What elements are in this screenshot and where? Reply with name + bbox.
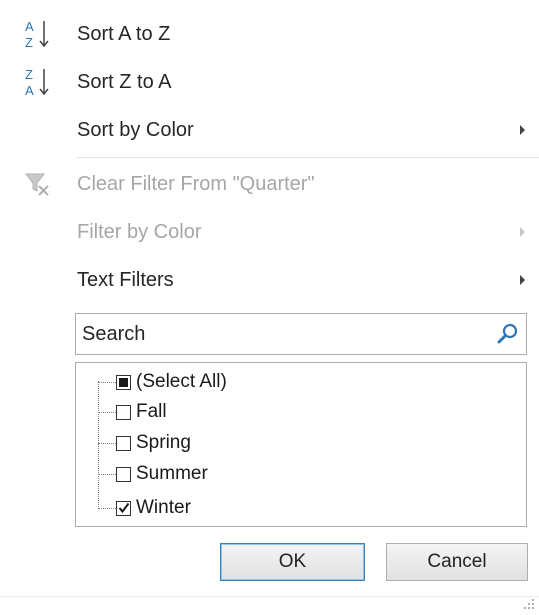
text-filters-label: Text Filters (77, 268, 174, 291)
list-item-label: (Select All) (136, 371, 227, 392)
fall-checkbox[interactable] (116, 404, 131, 420)
menu-separator (77, 157, 539, 158)
filter-values-list[interactable]: (Select All) Fall Spring Summer Winter (75, 362, 527, 527)
sort-by-color-item[interactable]: Sort by Color (0, 106, 539, 154)
sort-by-color-label: Sort by Color (77, 118, 194, 141)
resize-grip-icon[interactable] (522, 596, 536, 610)
sort-a-z-icon: A Z (20, 14, 56, 54)
filter-by-color-label: Filter by Color (77, 220, 202, 243)
ok-button[interactable]: OK (220, 543, 365, 581)
list-item-label: Winter (136, 497, 191, 518)
cancel-button[interactable]: Cancel (386, 543, 528, 581)
summer-checkbox[interactable] (116, 466, 131, 482)
list-item-fall[interactable]: Fall (98, 397, 167, 427)
search-input[interactable] (82, 314, 482, 354)
svg-text:Z: Z (25, 67, 33, 82)
search-icon[interactable] (496, 322, 520, 346)
list-item-label: Fall (136, 401, 167, 422)
sort-a-to-z-item[interactable]: A Z Sort A to Z (0, 10, 539, 58)
sort-z-a-icon: Z A (20, 62, 56, 102)
list-item-summer[interactable]: Summer (98, 459, 208, 489)
list-item-spring[interactable]: Spring (98, 428, 191, 458)
autofilter-dropdown: A Z Sort A to Z Z A Sort Z to A Sort by … (0, 0, 539, 613)
submenu-arrow-icon (520, 125, 525, 135)
svg-text:A: A (25, 83, 34, 98)
sort-z-to-a-item[interactable]: Z A Sort Z to A (0, 58, 539, 106)
filter-by-color-item[interactable]: Filter by Color (0, 208, 539, 256)
search-box (75, 313, 527, 355)
list-item-label: Summer (136, 463, 208, 484)
text-filters-item[interactable]: Text Filters (0, 256, 539, 304)
submenu-arrow-icon (520, 227, 525, 237)
winter-checkbox[interactable] (116, 500, 131, 516)
clear-filter-icon (20, 164, 56, 204)
list-item-winter[interactable]: Winter (98, 493, 191, 523)
list-item-select-all[interactable]: (Select All) (98, 367, 227, 397)
clear-filter-label: Clear Filter From "Quarter" (77, 172, 315, 195)
svg-text:Z: Z (25, 35, 33, 50)
select-all-checkbox[interactable] (116, 374, 131, 390)
sort-a-to-z-label: Sort A to Z (77, 22, 171, 45)
footer-divider (0, 596, 539, 597)
list-item-label: Spring (136, 432, 191, 453)
clear-filter-item[interactable]: Clear Filter From "Quarter" (0, 160, 539, 208)
spring-checkbox[interactable] (116, 435, 131, 451)
sort-z-to-a-label: Sort Z to A (77, 70, 172, 93)
svg-text:A: A (25, 19, 34, 34)
checkmark-icon (118, 502, 130, 513)
submenu-arrow-icon (520, 275, 525, 285)
